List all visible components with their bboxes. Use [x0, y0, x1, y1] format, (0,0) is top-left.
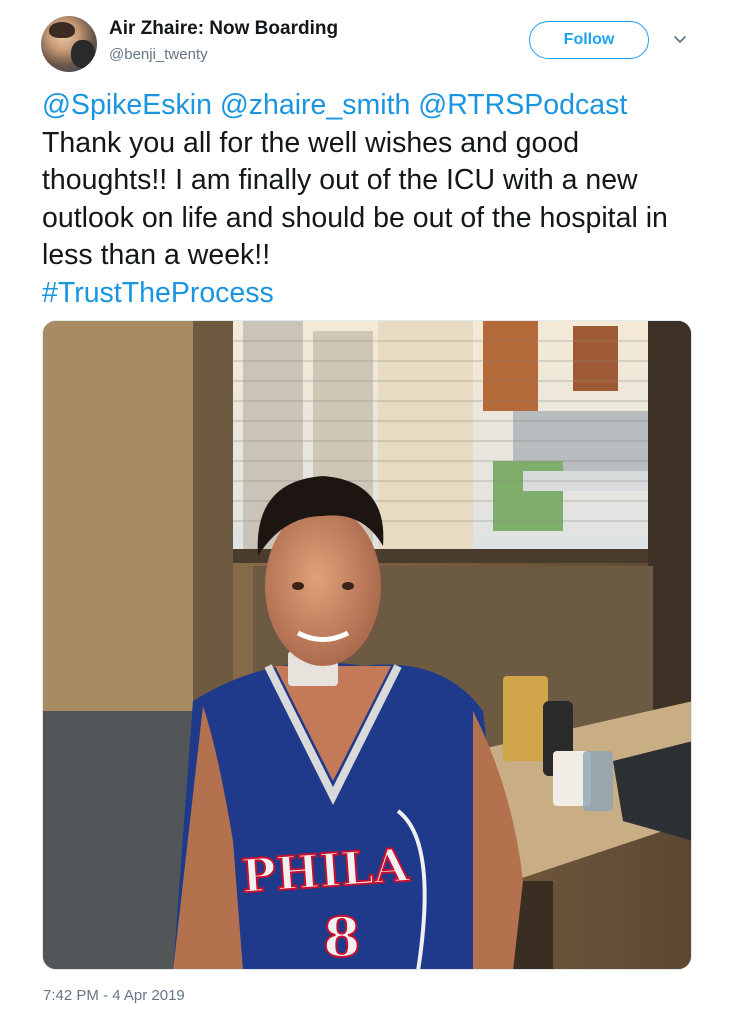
avatar[interactable]: [41, 16, 97, 72]
tweet-body: Thank you all for the well wishes and go…: [42, 126, 668, 272]
mention-link[interactable]: @SpikeEskin: [42, 89, 212, 121]
follow-button[interactable]: Follow: [529, 21, 649, 59]
hashtag-link[interactable]: #TrustTheProcess: [42, 277, 274, 309]
tweet-text: @SpikeEskin @zhaire_smith @RTRSPodcast T…: [42, 87, 692, 312]
mention-link[interactable]: @RTRSPodcast: [418, 89, 627, 121]
author-handle[interactable]: @benji_twenty: [109, 46, 208, 63]
tweet-header: Air Zhaire: Now Boarding @benji_twenty F…: [0, 0, 730, 80]
chevron-down-icon[interactable]: [670, 30, 690, 50]
author-display-name[interactable]: Air Zhaire: Now Boarding: [109, 18, 338, 40]
tweet-timestamp[interactable]: 7:42 PM - 4 Apr 2019: [43, 987, 185, 1004]
tweet-photo[interactable]: PHILA 8: [42, 320, 692, 970]
mention-link[interactable]: @zhaire_smith: [220, 89, 411, 121]
jersey-number: 8: [323, 905, 361, 969]
photo-illustration: PHILA 8: [43, 321, 691, 969]
